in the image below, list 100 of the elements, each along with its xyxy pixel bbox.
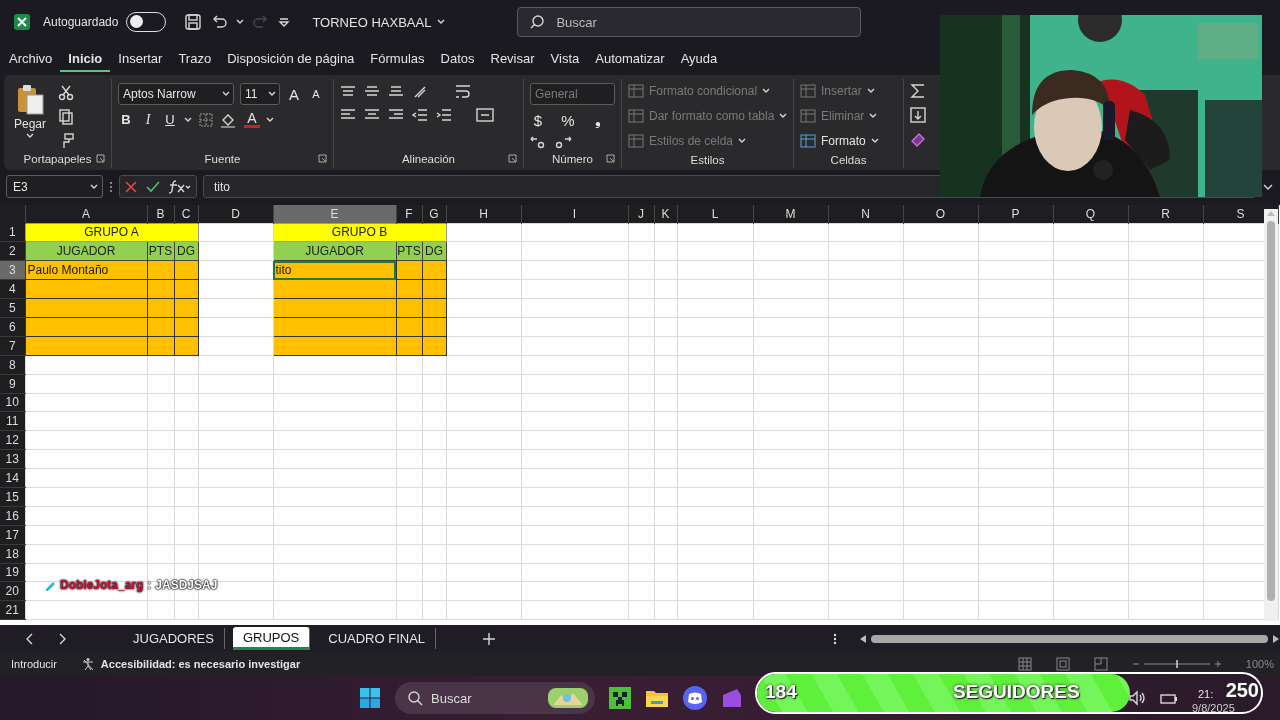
increase-indent-icon[interactable] [436, 107, 452, 123]
paste-button[interactable]: Pegar [10, 83, 50, 150]
column-header[interactable]: D [198, 205, 273, 223]
underline-button[interactable]: U [162, 112, 178, 127]
creeper-icon[interactable] [609, 687, 631, 709]
menu-tab[interactable]: Automatizar [587, 47, 673, 72]
chat-app-icon[interactable] [683, 686, 707, 710]
caret-icon[interactable] [222, 91, 230, 97]
sum-icon[interactable] [910, 83, 926, 99]
caret-icon[interactable] [437, 19, 446, 25]
clock-time[interactable]: 21: [1192, 688, 1214, 700]
bold-button[interactable]: B [118, 112, 134, 127]
file-name-button[interactable]: TORNEO HAXBAAL [312, 14, 446, 30]
app-icon[interactable] [721, 687, 743, 709]
speaker-icon[interactable] [1128, 690, 1146, 706]
normal-view-icon[interactable] [1017, 657, 1032, 671]
scroll-right-icon[interactable] [1272, 633, 1280, 644]
sheet-tab[interactable]: GRUPOS [232, 627, 311, 650]
column-header[interactable]: G [422, 205, 446, 223]
add-sheet-icon[interactable] [482, 631, 497, 646]
column-header[interactable]: L [677, 205, 753, 223]
menu-tab[interactable]: Ayuda [672, 47, 726, 72]
decrease-decimal-icon[interactable] [554, 135, 572, 149]
page-break-icon[interactable] [1093, 657, 1108, 671]
dialog-launcher-icon[interactable] [606, 154, 615, 163]
sheet-tab[interactable]: CUADRO FINAL [318, 628, 437, 649]
merge-cells-icon[interactable] [476, 107, 494, 123]
comma-style-button[interactable]: ❟ [590, 111, 606, 129]
name-box[interactable]: E3 [6, 175, 103, 198]
group-title[interactable]: GRUPO A [25, 223, 198, 242]
sheet-tab[interactable]: JUGADORES [123, 628, 225, 649]
menu-tab[interactable]: Inicio [60, 47, 111, 72]
caret-icon[interactable] [870, 137, 879, 144]
cut-icon[interactable] [58, 85, 74, 101]
caret-icon[interactable] [268, 91, 276, 97]
menu-tab[interactable]: Fórmulas [362, 47, 433, 72]
column-header[interactable]: J [628, 205, 654, 223]
accessibility-icon[interactable] [80, 657, 95, 671]
eraser-icon[interactable] [910, 131, 926, 147]
accessibility-status[interactable]: Accesibilidad: es necesario investigar [100, 658, 301, 670]
column-header[interactable]: O [903, 205, 978, 223]
cancel-icon[interactable] [124, 179, 138, 194]
caret-icon[interactable] [184, 116, 192, 123]
column-header[interactable]: I [521, 205, 628, 223]
grow-font-button[interactable]: A [286, 85, 302, 103]
customize-icon[interactable] [278, 16, 291, 28]
dialog-launcher-icon[interactable] [508, 154, 517, 163]
font-size-field[interactable]: 11 [240, 83, 280, 105]
scrollbar-thumb[interactable] [871, 634, 1268, 643]
menu-tab[interactable]: Disposición de página [219, 47, 363, 72]
menu-tab[interactable]: Archivo [1, 47, 61, 72]
zoom-slider-icon[interactable] [1131, 659, 1222, 669]
font-name-field[interactable]: Aptos Narrow [118, 83, 234, 105]
caret-icon[interactable] [90, 183, 98, 190]
column-header[interactable]: H [446, 205, 521, 223]
more-icon[interactable] [833, 631, 838, 646]
more-icon[interactable] [109, 179, 113, 194]
dialog-launcher-icon[interactable] [318, 154, 327, 163]
decrease-indent-icon[interactable] [412, 107, 428, 123]
group-title[interactable]: GRUPO B [273, 223, 446, 242]
italic-button[interactable]: I [140, 111, 156, 128]
number-format-field[interactable]: General [530, 83, 615, 105]
menu-tab[interactable]: Revisar [482, 47, 543, 72]
wrap-text-icon[interactable] [454, 83, 472, 101]
column-header[interactable]: A [25, 205, 147, 223]
menu-tab[interactable]: Insertar [110, 47, 171, 72]
scrollbar-thumb[interactable] [1267, 221, 1275, 601]
dialog-launcher-icon[interactable] [96, 154, 105, 163]
column-header[interactable]: P [978, 205, 1053, 223]
copy-icon[interactable] [58, 109, 74, 125]
column-header[interactable]: F [396, 205, 422, 223]
column-header[interactable]: R [1128, 205, 1203, 223]
clock-date[interactable]: 9/8/2025 [1192, 702, 1235, 714]
caret-icon[interactable] [236, 19, 245, 25]
format-button[interactable]: Formato [800, 130, 897, 151]
caret-icon[interactable] [266, 116, 274, 123]
percent-button[interactable]: % [560, 111, 576, 129]
menu-tab[interactable]: Datos [432, 47, 483, 72]
function-icon[interactable] [168, 179, 192, 194]
font-color-button[interactable]: A [244, 111, 260, 128]
scroll-left-icon[interactable] [859, 633, 868, 644]
column-header[interactable]: M [753, 205, 828, 223]
column-header[interactable]: E [273, 205, 396, 223]
next-sheet-icon[interactable] [57, 632, 67, 645]
folder-icon[interactable] [645, 688, 669, 708]
previous-sheet-icon[interactable] [25, 632, 35, 645]
fill-down-icon[interactable] [910, 107, 926, 123]
save-icon[interactable] [184, 13, 203, 31]
search-field[interactable]: Buscar [517, 7, 862, 37]
row-header[interactable]: 1 [0, 223, 25, 242]
zoom-level[interactable]: 100% [1245, 658, 1274, 670]
column-header[interactable]: B [147, 205, 174, 223]
enter-icon[interactable] [146, 179, 160, 194]
menu-tab[interactable]: Trazo [170, 47, 220, 72]
column-header[interactable]: C [174, 205, 198, 223]
start-icon[interactable] [359, 687, 381, 709]
column-header[interactable]: K [654, 205, 677, 223]
shrink-font-button[interactable]: A [308, 88, 324, 100]
page-layout-icon[interactable] [1055, 657, 1070, 671]
currency-button[interactable]: $ [530, 111, 546, 129]
